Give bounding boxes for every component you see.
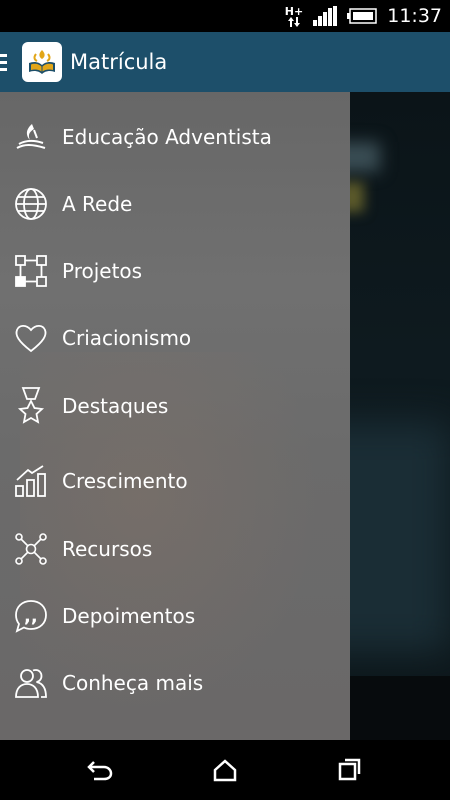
menu-item-a-rede[interactable]: A Rede — [0, 174, 350, 234]
people-icon — [13, 665, 49, 701]
menu-item-crescimento[interactable]: Crescimento — [0, 451, 350, 511]
back-button[interactable] — [86, 756, 114, 784]
menu-icon[interactable] — [0, 53, 8, 71]
menu-item-conheca-mais[interactable]: Conheça mais — [0, 653, 350, 713]
signal-icon — [313, 6, 338, 26]
menu-item-criacionismo[interactable]: Criacionismo — [0, 308, 350, 368]
growth-chart-icon — [13, 463, 49, 499]
network-indicator: H+ — [285, 6, 303, 27]
heart-icon — [13, 320, 49, 356]
menu-item-recursos[interactable]: Recursos — [0, 519, 350, 579]
menu-item-label: Depoimentos — [62, 604, 196, 628]
home-button[interactable] — [211, 756, 239, 784]
app-title: Matrícula — [70, 50, 168, 74]
medal-star-icon — [13, 387, 49, 424]
menu-item-label: Educação Adventista — [62, 125, 272, 149]
app-bar: Matrícula — [0, 32, 450, 92]
system-nav-bar — [0, 740, 450, 800]
back-icon — [87, 761, 113, 781]
menu-item-projetos[interactable]: Projetos — [0, 241, 350, 301]
data-arrows-icon — [288, 16, 301, 27]
battery-icon — [347, 8, 377, 24]
menu-item-label: Crescimento — [62, 469, 188, 493]
svg-text:,,: ,, — [24, 606, 38, 627]
navigation-drawer: Educação Adventista A Rede Projetos Cria… — [0, 92, 350, 740]
adventist-flame-icon — [13, 119, 49, 155]
menu-item-destaques[interactable]: Destaques — [0, 376, 350, 436]
status-icons: H+ 11:37 — [285, 0, 442, 32]
globe-icon — [13, 186, 49, 222]
home-icon — [213, 759, 237, 782]
menu-item-label: Criacionismo — [62, 326, 192, 350]
network-type: H+ — [284, 4, 304, 18]
projects-icon — [13, 253, 49, 289]
menu-item-label: Recursos — [62, 537, 153, 561]
menu-item-educacao-adventista[interactable]: Educação Adventista — [0, 107, 350, 167]
menu-item-depoimentos[interactable]: ,, Depoimentos — [0, 586, 350, 646]
menu-item-label: A Rede — [62, 192, 133, 216]
app-logo[interactable] — [22, 42, 62, 82]
network-nodes-icon — [13, 531, 49, 567]
status-bar: H+ 11:37 — [0, 0, 450, 32]
menu-item-label: Destaques — [62, 394, 169, 418]
recents-button[interactable] — [336, 756, 364, 784]
open-book-flame-icon — [29, 50, 55, 74]
quote-bubble-icon: ,, — [13, 598, 49, 634]
menu-item-label: Projetos — [62, 259, 143, 283]
clock: 11:37 — [387, 5, 442, 27]
menu-item-label: Conheça mais — [62, 671, 204, 695]
recents-icon — [338, 758, 361, 781]
